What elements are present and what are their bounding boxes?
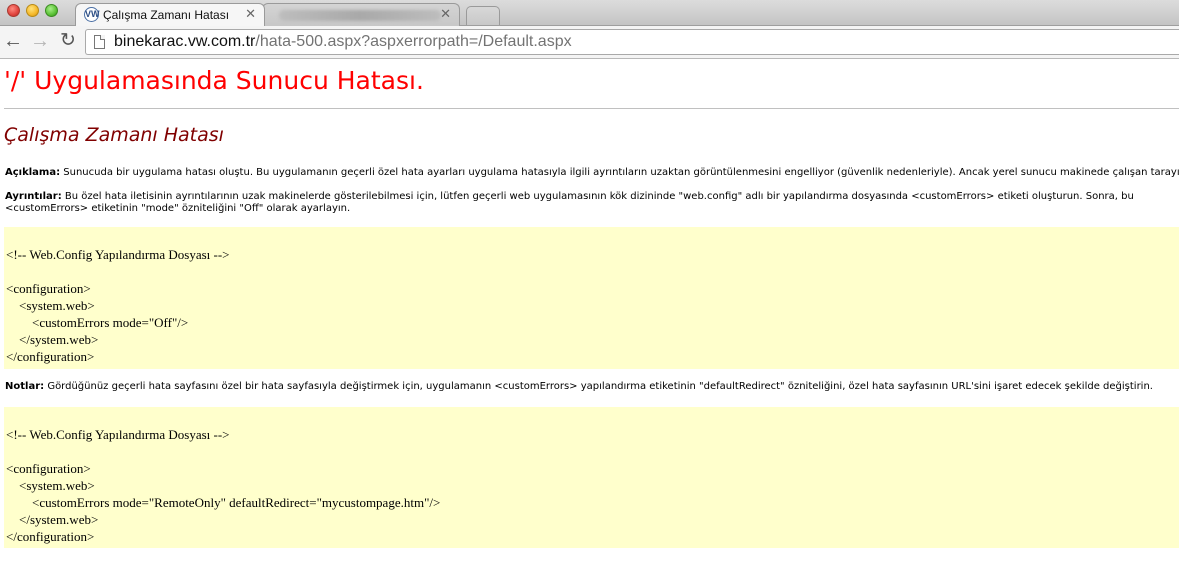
window-close-button[interactable] — [7, 4, 20, 17]
tab-active[interactable]: VW Çalışma Zamanı Hatası ✕ — [75, 3, 265, 26]
description-paragraph: Açıklama: Sunucuda bir uygulama hatası o… — [5, 167, 1179, 179]
browser-titlebar: VW Çalışma Zamanı Hatası ✕ ✕ — [0, 0, 1179, 26]
code-block-config-off: <!-- Web.Config Yapılandırma Dosyası -->… — [4, 227, 1179, 369]
page-title: '/' Uygulamasında Sunucu Hatası. — [4, 66, 424, 95]
address-bar[interactable]: binekarac.vw.com.tr/hata-500.aspx?aspxer… — [85, 29, 1179, 55]
code-block-config-remoteonly: <!-- Web.Config Yapılandırma Dosyası -->… — [4, 407, 1179, 548]
close-icon[interactable]: ✕ — [440, 7, 451, 21]
url-text[interactable]: binekarac.vw.com.tr/hata-500.aspx?aspxer… — [114, 33, 572, 51]
back-arrow-icon[interactable]: ← — [2, 30, 24, 52]
notes-text: Gördüğünüz geçerli hata sayfasını özel b… — [44, 381, 1153, 392]
code-text: <!-- Web.Config Yapılandırma Dosyası -->… — [6, 247, 230, 364]
code-text: <!-- Web.Config Yapılandırma Dosyası -->… — [6, 427, 441, 544]
tab-inactive[interactable]: ✕ — [262, 3, 460, 26]
close-icon[interactable]: ✕ — [245, 7, 256, 21]
vw-logo-icon: VW — [84, 7, 100, 22]
new-tab-button[interactable] — [466, 6, 500, 25]
description-text: Sunucuda bir uygulama hatası oluştu. Bu … — [60, 167, 1179, 178]
url-host: binekarac.vw.com.tr — [114, 33, 256, 50]
page-icon — [94, 35, 105, 49]
description-label: Açıklama: — [5, 167, 61, 178]
details-text: Bu özel hata iletisinin ayrıntılarının u… — [5, 191, 1134, 214]
divider — [4, 108, 1179, 109]
browser-toolbar: ← → ↻ binekarac.vw.com.tr/hata-500.aspx?… — [0, 26, 1179, 59]
details-paragraph: Ayrıntılar: Bu özel hata iletisinin ayrı… — [5, 191, 1179, 215]
notes-label: Notlar: — [5, 381, 45, 392]
url-path: /hata-500.aspx?aspxerrorpath=/Default.as… — [255, 33, 572, 50]
window-zoom-button[interactable] — [45, 4, 58, 17]
reload-icon[interactable]: ↻ — [57, 30, 79, 52]
page-content: '/' Uygulamasında Sunucu Hatası. Çalışma… — [0, 60, 1179, 568]
tab-title: Çalışma Zamanı Hatası — [103, 8, 230, 22]
tab-title-blurred — [279, 10, 441, 21]
details-label: Ayrıntılar: — [5, 191, 62, 202]
notes-paragraph: Notlar: Gördüğünüz geçerli hata sayfasın… — [5, 381, 1179, 393]
window-minimize-button[interactable] — [26, 4, 39, 17]
forward-arrow-icon[interactable]: → — [29, 30, 51, 52]
page-subtitle: Çalışma Zamanı Hatası — [4, 124, 224, 146]
